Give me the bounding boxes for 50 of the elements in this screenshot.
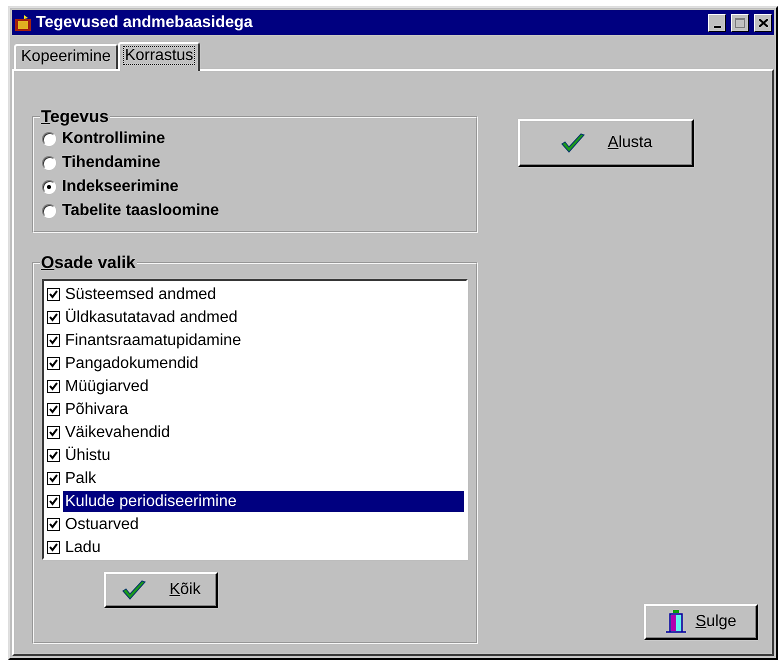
- checkmark-icon: [560, 132, 586, 154]
- radio-label[interactable]: Kontrollimine: [62, 130, 166, 148]
- close-button[interactable]: [754, 14, 772, 32]
- checkbox[interactable]: [47, 541, 60, 554]
- minimize-button[interactable]: [708, 14, 726, 32]
- checkbox[interactable]: [47, 495, 60, 508]
- checkbox[interactable]: [47, 334, 60, 347]
- group-title: Osade valik: [40, 253, 137, 273]
- list-item[interactable]: Müügiarved: [63, 376, 464, 397]
- checkbox[interactable]: [47, 403, 60, 416]
- door-icon: [666, 610, 686, 634]
- close-icon: [758, 18, 768, 26]
- radio-button[interactable]: [42, 204, 56, 218]
- radio-label[interactable]: Indekseerimine: [62, 178, 178, 196]
- checkbox[interactable]: [47, 380, 60, 393]
- radio-button[interactable]: [42, 180, 56, 194]
- radio-button[interactable]: [42, 156, 56, 170]
- app-icon: [14, 14, 32, 32]
- radio-label[interactable]: Tihendamine: [62, 154, 160, 172]
- checkbox[interactable]: [47, 449, 60, 462]
- tab[interactable]: Kopeerimine: [14, 44, 118, 69]
- tab[interactable]: Korrastus: [118, 42, 200, 71]
- checkbox[interactable]: [47, 518, 60, 531]
- list-item[interactable]: Kulude periodiseerimine: [63, 491, 464, 512]
- list-item[interactable]: Palk: [63, 468, 464, 489]
- window-title: Tegevused andmebaasidega: [36, 14, 254, 32]
- checkbox[interactable]: [47, 472, 60, 485]
- list-item[interactable]: Ladu: [63, 537, 464, 558]
- group-title: Tegevus: [40, 107, 110, 127]
- list-item[interactable]: Ühistu: [63, 445, 464, 466]
- checkbox[interactable]: [47, 426, 60, 439]
- minimize-icon: [714, 26, 720, 28]
- list-item[interactable]: Üldkasutatavad andmed: [63, 307, 464, 328]
- select-all-button[interactable]: Kõik: [104, 572, 218, 608]
- start-button[interactable]: Alusta: [518, 119, 694, 167]
- list-item[interactable]: Finantsraamatupidamine: [63, 330, 464, 351]
- maximize-button[interactable]: [731, 14, 749, 32]
- list-item[interactable]: Ostuarved: [63, 514, 464, 535]
- checkbox[interactable]: [47, 357, 60, 370]
- close-dialog-button[interactable]: Sulge: [644, 604, 758, 640]
- checkmark-icon: [121, 579, 148, 601]
- checkbox[interactable]: [47, 288, 60, 301]
- list-item[interactable]: Pangadokumendid: [63, 353, 464, 374]
- checkbox[interactable]: [47, 311, 60, 324]
- list-item[interactable]: Väikevahendid: [63, 422, 464, 443]
- list-item[interactable]: Põhivara: [63, 399, 464, 420]
- list-item[interactable]: Süsteemsed andmed: [63, 284, 464, 305]
- maximize-icon: [735, 18, 745, 28]
- radio-button[interactable]: [42, 132, 56, 146]
- radio-label[interactable]: Tabelite taasloomine: [62, 202, 220, 220]
